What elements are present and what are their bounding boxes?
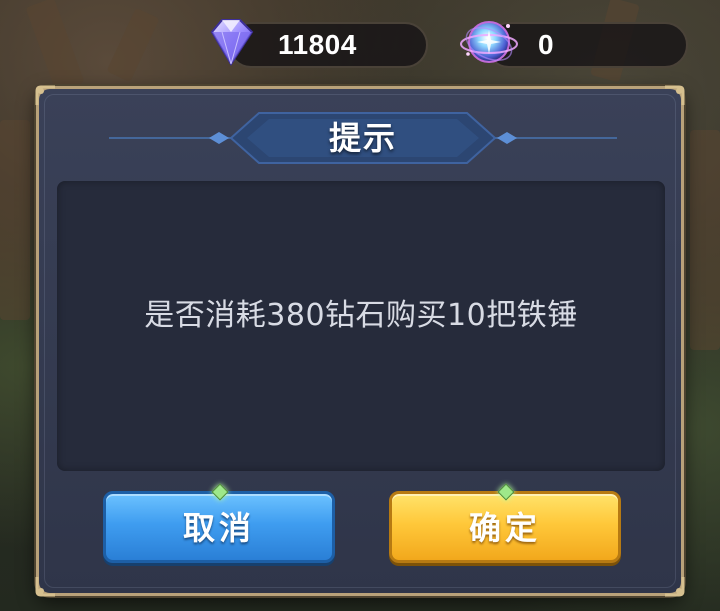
cancel-button[interactable]: 取消 xyxy=(103,483,335,563)
dialog-title: 提示 xyxy=(328,119,397,157)
dialog-message: 是否消耗380钻石购买10把铁锤 xyxy=(144,298,578,333)
title-banner: 提示 xyxy=(109,109,617,167)
corner-ornament-icon xyxy=(35,577,55,597)
background-pillar xyxy=(690,130,720,350)
confirm-button-label: 确定 xyxy=(468,509,541,547)
confirm-button[interactable]: 确定 xyxy=(389,483,621,563)
diamond-count: 11804 xyxy=(278,29,357,60)
orb-count: 0 xyxy=(538,29,555,60)
cancel-button-label: 取消 xyxy=(182,509,255,547)
corner-ornament-icon xyxy=(35,85,55,105)
corner-ornament-icon xyxy=(665,85,685,105)
button-gem-icon xyxy=(211,483,229,501)
crystal-orb-icon xyxy=(460,21,518,63)
background-pillar xyxy=(0,120,30,320)
corner-ornament-icon xyxy=(665,577,685,597)
background-beam xyxy=(106,7,160,83)
diamond-icon xyxy=(210,19,254,66)
game-screen: 11804 0 提示 是否消耗380钻石购买10把铁锤 取消 确定 xyxy=(0,0,720,611)
button-gem-icon xyxy=(497,483,515,501)
background-beam xyxy=(25,0,85,93)
message-panel: 是否消耗380钻石购买10把铁锤 xyxy=(57,181,665,471)
purchase-confirm-dialog: 提示 是否消耗380钻石购买10把铁锤 取消 确定 xyxy=(35,85,685,597)
